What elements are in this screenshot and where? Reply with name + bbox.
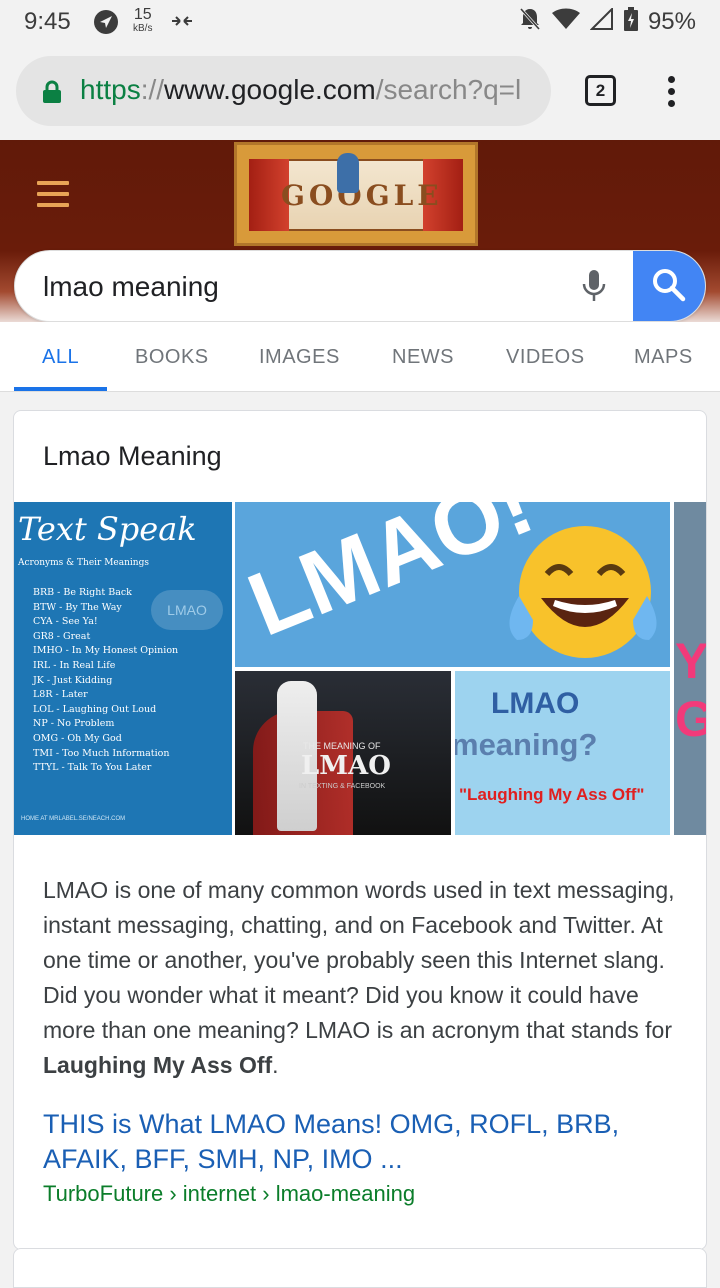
list-item: BRB - Be Right Back [33,587,132,598]
url-scheme: https [80,74,141,105]
snippet-text: LMAO is one of many common words used in… [43,877,675,1043]
network-speed: 15 kB/s [133,6,153,36]
list-item: TMI - Too Much Information [33,747,170,759]
network-speed-value: 15 [133,6,152,23]
lock-icon [42,80,62,109]
url-host: www.google.com [164,74,376,105]
snippet-end: . [272,1052,279,1078]
tab-videos[interactable]: VIDEOS [506,346,585,369]
image-lmao-emoji[interactable]: LMAO! [235,502,670,667]
tab-images[interactable]: IMAGES [259,346,340,369]
text-speak-subheading: Acronyms & Their Meanings [18,558,149,568]
snippet-bold: Laughing My Ass Off [43,1052,273,1078]
network-speed-unit: kB/s [133,23,153,34]
list-item: TTYL - Talk To You Later [33,762,152,774]
trooper-line-3: IN TEXTING & FACEBOOK [299,783,386,790]
text-speak-footer: HOME AT MRLABEL.SE/NEACH.COM [21,816,126,822]
doodle-figure [337,153,359,193]
meaning-card-line-3: "Laughing My Ass Off" [459,785,645,804]
text-speak-list: BRB - Be Right Back BTW - By The Way CYA… [33,586,178,776]
search-input[interactable]: lmao meaning [14,250,706,322]
tab-books[interactable]: BOOKS [135,346,209,369]
trooper-line-1: THE MEANING OF [303,741,381,751]
url-separator: :// [140,74,165,105]
search-icon [652,268,686,307]
wifi-icon [551,8,580,35]
url-text: https://www.google.com/search?q=l [80,74,521,106]
google-doodle[interactable]: GOOGLE [234,142,478,246]
active-tab-indicator [14,387,107,391]
result-link[interactable]: THIS is What LMAO Means! OMG, ROFL, BRB,… [43,1107,683,1177]
next-result-card [13,1248,707,1288]
tab-news[interactable]: NEWS [392,346,454,369]
notifications-off-icon [518,6,542,37]
url-path: /search?q=l [375,74,522,105]
image-text-speak[interactable]: Text Speak Acronyms & Their Meanings LMA… [14,502,232,835]
battery-level: 95% [647,7,696,35]
sync-off-icon [170,10,194,38]
meaning-card-line-2: meaning? [455,727,598,762]
list-item: LOL - Laughing Out Loud [33,703,157,715]
tabs-icon[interactable]: 2 [585,75,616,106]
image-meaning-card[interactable]: LMAO meaning? "Laughing My Ass Off" [455,671,670,835]
list-item: IRL - In Real Life [33,659,116,671]
result-card: Lmao Meaning Text Speak Acronyms & Their… [13,410,707,1250]
tab-maps[interactable]: MAPS [634,346,693,369]
more-vert-icon[interactable] [664,76,678,112]
signal-icon [589,6,614,35]
mic-icon[interactable] [581,268,607,309]
list-item: L8R - Later [33,689,88,701]
card-title: Lmao Meaning [43,441,222,471]
menu-icon[interactable] [37,181,69,214]
laughing-emoji-icon [509,526,657,658]
navigation-icon [93,9,119,40]
list-item: GR8 - Great [33,630,91,642]
search-tabs: ALL BOOKS IMAGES NEWS VIDEOS MAPS [0,322,720,392]
browser-toolbar: https://www.google.com/search?q=l 2 [0,44,720,140]
text-speak-heading: Text Speak [18,510,197,548]
battery-charging-icon [623,7,638,36]
search-button[interactable] [633,251,705,321]
result-cite[interactable]: TurboFuture › internet › lmao-meaning [43,1181,415,1207]
search-query: lmao meaning [43,271,219,302]
partial-image-text: Y G [675,633,707,747]
list-item: CYA - See Ya! [33,616,98,628]
status-bar: 9:45 15 kB/s 95% [0,0,720,44]
list-item: JK - Just Kidding [33,674,113,686]
image-partial[interactable]: Y G [674,502,707,835]
list-item: NP - No Problem [33,718,115,730]
address-bar[interactable]: https://www.google.com/search?q=l [16,56,551,126]
status-time: 9:45 [24,8,71,35]
list-item: OMG - Oh My God [33,732,122,744]
list-item: BTW - By The Way [33,601,122,613]
trooper-line-2: LMAO [301,751,391,781]
meaning-card-line-1: LMAO [491,687,580,720]
result-snippet: LMAO is one of many common words used in… [43,873,683,1083]
tab-all[interactable]: ALL [42,346,79,369]
image-trooper[interactable]: THE MEANING OF LMAO IN TEXTING & FACEBOO… [235,671,451,835]
tab-count: 2 [595,81,606,100]
list-item: IMHO - In My Honest Opinion [33,645,179,657]
